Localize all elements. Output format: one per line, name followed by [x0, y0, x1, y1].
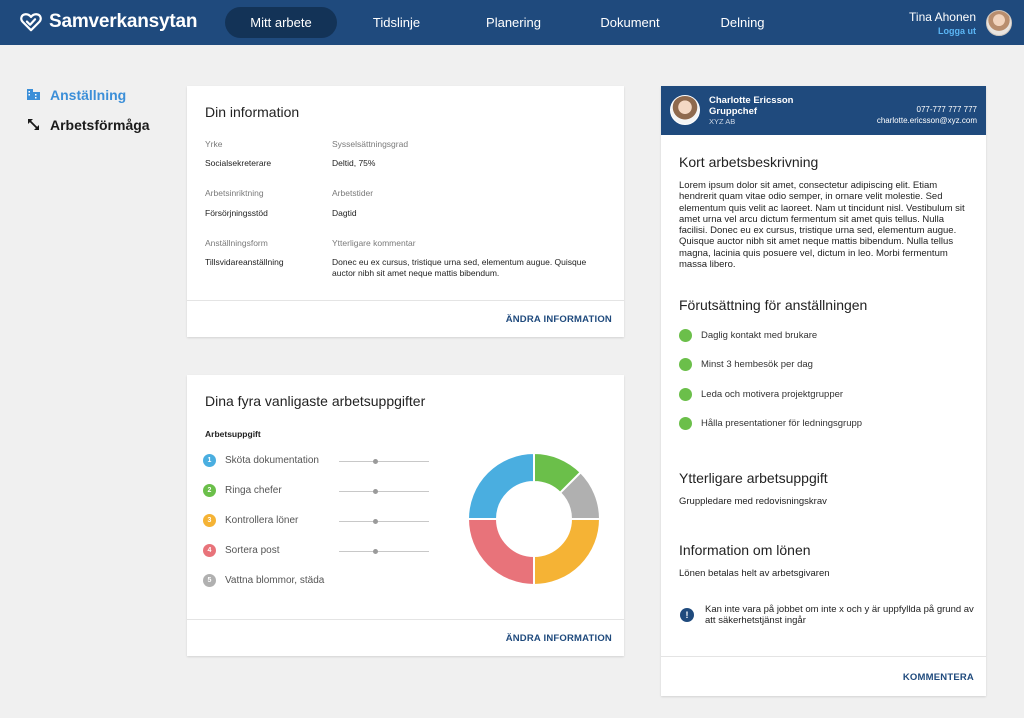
user-avatar[interactable] — [986, 10, 1012, 36]
slider-knob[interactable] — [372, 489, 378, 494]
card-title: Din information — [205, 104, 300, 120]
field-label-yrke: Yrke — [205, 139, 223, 149]
brand-logo[interactable]: Samverkansytan — [20, 11, 197, 33]
donut-slice-4 — [467, 518, 535, 586]
brand-name: Samverkansytan — [49, 11, 198, 32]
sidebar-item-label: Arbetsförmåga — [50, 116, 150, 133]
requirement-label: Hålla presentationer för ledningsgrupp — [701, 418, 863, 429]
contact-card: Charlotte Ericsson Gruppchef XYZ AB 077-… — [661, 86, 986, 696]
extra-text: Gruppledare med redovisningskrav — [679, 496, 827, 507]
heart-check-icon — [20, 13, 42, 32]
section-title-description: Kort arbetsbeskrivning — [679, 154, 819, 170]
contact-name: Charlotte Ericsson — [709, 95, 794, 106]
nav-planering[interactable]: Planering — [456, 7, 571, 38]
resize-arrow-icon — [27, 118, 40, 131]
edit-tasks-button[interactable]: ÄNDRA INFORMATION — [506, 633, 612, 644]
contact-role: Gruppchef — [709, 106, 758, 117]
task-number-badge: 1 — [203, 454, 216, 467]
nav-tidslinje[interactable]: Tidslinje — [337, 7, 456, 38]
task-donut-chart — [467, 452, 601, 586]
field-value-anstallningsform: Tillsvidareanställning — [205, 257, 284, 267]
check-dot-icon — [679, 329, 692, 342]
task-frequency-slider[interactable] — [339, 489, 429, 494]
task-label: Ringa chefer — [225, 485, 282, 496]
slider-knob[interactable] — [372, 459, 378, 464]
field-value-arbetstider: Dagtid — [332, 208, 357, 218]
main-nav: Mitt arbete Tidslinje Planering Dokument… — [225, 7, 796, 38]
contact-company: XYZ AB — [709, 117, 736, 126]
card-footer: ÄNDRA INFORMATION — [187, 619, 624, 656]
requirement-label: Minst 3 hembesök per dag — [701, 359, 813, 370]
field-label-sysselsattningsgrad: Sysselsättningsgrad — [332, 139, 409, 149]
field-value-kommentar: Donec eu ex cursus, tristique urna sed, … — [332, 257, 587, 278]
check-dot-icon — [679, 388, 692, 401]
task-label: Sortera post — [225, 545, 280, 556]
card-title: Dina fyra vanligaste arbetsuppgifter — [205, 393, 426, 409]
field-value-yrke: Socialsekreterare — [205, 158, 272, 168]
top-bar: Samverkansytan Mitt arbete Tidslinje Pla… — [0, 0, 1024, 45]
task-item: 1 Sköta dokumentation — [203, 454, 433, 468]
sidebar: Anställning Arbetsförmåga — [27, 86, 150, 146]
sidebar-item-anstallning[interactable]: Anställning — [27, 86, 150, 103]
task-frequency-slider[interactable] — [339, 519, 429, 524]
section-title-requirements: Förutsättning för anställningen — [679, 297, 868, 313]
user-menu: Tina Ahonen Logga ut — [909, 10, 976, 36]
building-icon — [27, 88, 40, 101]
requirement-label: Leda och motivera projektgrupper — [701, 389, 844, 400]
field-label-kommentar: Ytterligare kommentar — [332, 238, 416, 248]
task-label: Kontrollera löner — [225, 515, 299, 526]
task-label: Sköta dokumentation — [225, 455, 319, 466]
donut-slice-5 — [467, 452, 535, 520]
task-item: 4 Sortera post — [203, 544, 433, 558]
edit-information-button[interactable]: ÄNDRA INFORMATION — [506, 314, 612, 325]
task-item: 2 Ringa chefer — [203, 484, 433, 498]
contact-email[interactable]: charlotte.ericsson@xyz.com — [877, 116, 977, 125]
sidebar-item-label: Anställning — [50, 86, 127, 103]
check-dot-icon — [679, 358, 692, 371]
donut-slice-3 — [533, 518, 601, 586]
task-number-badge: 3 — [203, 514, 216, 527]
task-column-header: Arbetsuppgift — [205, 429, 261, 439]
field-label-arbetstider: Arbetstider — [332, 188, 374, 198]
contact-header: Charlotte Ericsson Gruppchef XYZ AB 077-… — [661, 86, 986, 135]
card-footer: ÄNDRA INFORMATION — [187, 300, 624, 337]
task-item: 5 Vattna blommor, städa — [203, 574, 433, 588]
description-text: Lorem ipsum dolor sit amet, consectetur … — [679, 180, 965, 271]
nav-delning[interactable]: Delning — [689, 7, 796, 38]
task-frequency-slider[interactable] — [339, 549, 429, 554]
tasks-card: Dina fyra vanligaste arbetsuppgifter Arb… — [187, 375, 624, 656]
info-card: Din information Yrke Socialsekreterare S… — [187, 86, 624, 337]
field-value-arbetsinriktning: Försörjningsstöd — [205, 208, 268, 218]
field-value-sysselsattningsgrad: Deltid, 75% — [332, 158, 376, 168]
slider-knob[interactable] — [372, 519, 378, 524]
user-name[interactable]: Tina Ahonen — [909, 10, 976, 24]
nav-mitt-arbete[interactable]: Mitt arbete — [225, 7, 337, 38]
task-number-badge: 5 — [203, 574, 216, 587]
comment-button[interactable]: KOMMENTERA — [903, 672, 974, 683]
task-label: Vattna blommor, städa — [225, 575, 325, 586]
contact-phone[interactable]: 077-777 777 777 — [917, 105, 978, 114]
info-alert-icon: ! — [680, 608, 694, 622]
notice-text: Kan inte vara på jobbet om inte x och y … — [705, 604, 974, 627]
requirement-label: Daglig kontakt med brukare — [701, 330, 818, 341]
salary-text: Lönen betalas helt av arbetsgivaren — [679, 568, 830, 579]
slider-knob[interactable] — [372, 549, 378, 554]
check-dot-icon — [679, 417, 692, 430]
nav-dokument[interactable]: Dokument — [571, 7, 689, 38]
section-title-salary: Information om lönen — [679, 542, 811, 558]
field-label-arbetsinriktning: Arbetsinriktning — [205, 188, 264, 198]
logout-link[interactable]: Logga ut — [909, 26, 976, 36]
field-label-anstallningsform: Anställningsform — [205, 238, 268, 248]
card-footer: KOMMENTERA — [661, 656, 986, 696]
task-frequency-slider[interactable] — [339, 459, 429, 464]
task-number-badge: 2 — [203, 484, 216, 497]
section-title-extra: Ytterligare arbetsuppgift — [679, 470, 828, 486]
sidebar-item-arbetsformaga[interactable]: Arbetsförmåga — [27, 116, 150, 133]
contact-avatar — [670, 95, 700, 125]
task-number-badge: 4 — [203, 544, 216, 557]
task-item: 3 Kontrollera löner — [203, 514, 433, 528]
